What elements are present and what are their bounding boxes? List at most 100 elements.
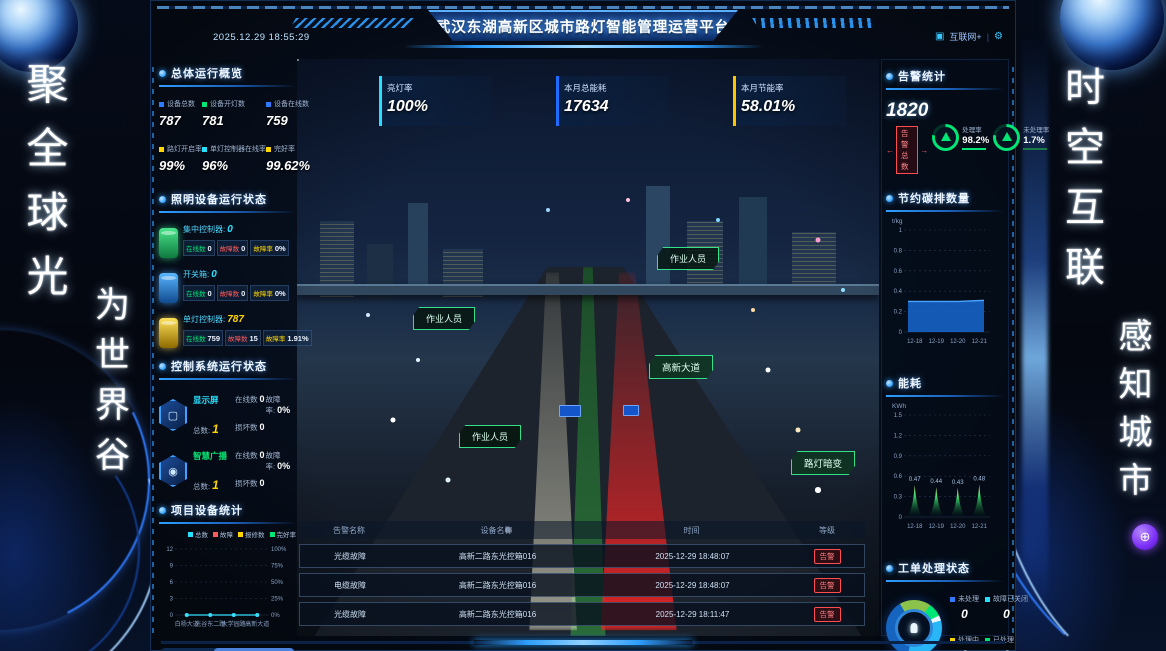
section-dot-icon [886, 195, 893, 202]
display-icon: ▢ [159, 399, 187, 431]
stat-value: 0 [950, 607, 979, 621]
cell-device-name: 高新二路东光控箱016 [400, 551, 595, 562]
legend-item[interactable]: 总数 [188, 529, 208, 539]
value-broken: 0 [260, 478, 265, 488]
broadcast-icon: ◉ [159, 455, 187, 487]
box-label: 故障数 [220, 288, 240, 298]
floating-action-button[interactable]: ⊕ [1132, 524, 1158, 550]
device-count: 0 [211, 269, 217, 280]
section-energy: 能耗 1.51.20.90.60.30KWh12-1812-1912-2012-… [886, 369, 1004, 550]
device-name: 集中控制器: [183, 225, 225, 234]
svg-text:1.5: 1.5 [894, 413, 903, 419]
kpi-value: 17634 [564, 98, 661, 116]
section-dot-icon [886, 73, 893, 80]
section-title: 总体运行概览 [171, 65, 243, 81]
kpi-label: 亮灯率 [387, 82, 484, 94]
map-tag-worker[interactable]: 作业人员 [459, 425, 521, 448]
stat-value: 99.62% [266, 158, 310, 173]
legend-bullet [270, 532, 275, 537]
value-total: 1 [212, 422, 219, 436]
map-tag-road[interactable]: 高新大道 [649, 355, 713, 379]
cell-time: 2025-12-29 18:48:07 [595, 581, 790, 590]
stat-bullet [985, 597, 990, 602]
lamp-controller-device-icon [159, 318, 178, 348]
device-name: 开关箱: [183, 270, 209, 279]
svg-text:3: 3 [170, 597, 174, 603]
box-label: 故障率 [253, 288, 273, 298]
device-item-lamp-controller: 单灯控制器:787 在线数759 故障数15 故障率1.91% [159, 314, 296, 348]
alarm-badge-label: 告警总数 [896, 126, 918, 174]
legend-label: 完好率 [277, 529, 297, 539]
section-dot-icon [159, 70, 166, 77]
tag-label: 高新大道 [662, 363, 700, 374]
cell-device-name: 高新二路东光控箱016 [400, 609, 595, 620]
alarm-type-carousel[interactable]: ← 告警总数 → [886, 126, 928, 174]
stat-bullet [202, 102, 207, 107]
box-label: 故障率 [266, 333, 286, 343]
city-map-view[interactable]: 亮灯率 100% 本月总能耗 17634 本月节能率 58.01% 作业人员 作… [297, 59, 879, 636]
map-tag-worker[interactable]: 作业人员 [413, 307, 475, 330]
bulb-icon [911, 623, 918, 633]
table-row[interactable]: 电缆故障 高新二路东光控箱016 2025-12-29 18:48:07 告警 [299, 573, 865, 597]
map-tag-lamp-dim[interactable]: 路灯暗变 [791, 451, 855, 475]
stat-value: 99% [159, 158, 202, 173]
arrow-left-icon[interactable]: ← [886, 146, 894, 155]
section-dot-icon [159, 196, 166, 203]
stat-cell: 单灯控制器在线率96% [202, 144, 266, 173]
stat-label: 路灯开启率 [167, 144, 202, 154]
device-stat-box: 故障率0% [250, 240, 288, 256]
svg-text:9: 9 [170, 564, 174, 570]
calligraphy-left-2: 为世界谷 [84, 286, 135, 486]
svg-text:50%: 50% [271, 580, 284, 586]
stat-cell: 设备在线数759 [266, 99, 310, 128]
cell-device-name: 高新二路东光控箱016 [400, 580, 595, 591]
stat-cell: 完好率99.62% [266, 144, 310, 173]
legend-item[interactable]: 故障 [213, 529, 233, 539]
svg-text:0.47: 0.47 [909, 477, 921, 483]
left-stats-panel: 总体运行概览 设备总数787 设备开灯数781 设备在线数759 路灯开启率99… [159, 59, 296, 636]
box-label: 在线数 [186, 333, 206, 343]
stat-value: 0 [985, 607, 1028, 621]
gauge-label: 处理率 [962, 124, 989, 134]
section-underline [159, 378, 296, 380]
header: 武汉东湖高新区城市路灯智能管理运营平台 2025.12.29 18:55:29 … [151, 1, 1015, 57]
gauge-processed: 处理率 98.2% [932, 124, 989, 151]
col-header-device-name: 设备名称 [399, 525, 594, 536]
svg-text:6: 6 [170, 580, 174, 586]
status-badge: 告警 [814, 607, 841, 622]
title-subline-decor [403, 45, 763, 48]
kpi-accent [379, 76, 382, 126]
svg-text:12: 12 [166, 547, 173, 553]
stat-value: 96% [202, 158, 266, 173]
col-header-alarm-name: 告警名称 [299, 525, 399, 536]
status-badge: 告警 [814, 578, 841, 593]
stat-label: 设备在线数 [274, 99, 309, 109]
arrow-right-icon[interactable]: → [920, 146, 928, 155]
svg-text:高新大道: 高新大道 [245, 620, 269, 628]
section-underline [159, 85, 296, 87]
control-name: 显示屏 [193, 394, 235, 416]
settings-gear-icon[interactable]: ⚙ [994, 31, 1003, 42]
map-tag-worker[interactable]: 作业人员 [657, 247, 719, 270]
monitor-icon[interactable]: ▣ [935, 31, 944, 42]
table-row[interactable]: 光缆故障 高新二路东光控箱016 2025-12-29 18:48:07 告警 [299, 544, 865, 568]
table-row[interactable]: 光缆故障 高新二路东光控箱016 2025-12-29 18:11:47 告警 [299, 602, 865, 626]
box-label: 在线数 [186, 288, 206, 298]
section-dot-icon [159, 363, 166, 370]
label-total: 总数: [193, 482, 210, 491]
legend-bullet [188, 532, 193, 537]
section-title: 能耗 [898, 375, 922, 391]
svg-text:12-18: 12-18 [907, 339, 923, 345]
stat-cell: 设备开灯数781 [202, 99, 266, 128]
gauge-unprocessed: 未处理率 1.7% [993, 124, 1049, 151]
gauge-needle-icon [941, 132, 951, 141]
legend-item[interactable]: 报修数 [238, 529, 265, 539]
svg-text:0: 0 [899, 515, 903, 521]
kpi-value: 100% [387, 98, 484, 116]
section-underline [886, 580, 1004, 582]
svg-text:1.2: 1.2 [894, 433, 903, 439]
nav-portal-link[interactable]: 互联网+ [949, 30, 981, 43]
legend-bullet [238, 532, 243, 537]
legend-item[interactable]: 完好率 [270, 529, 297, 539]
section-underline [159, 211, 296, 213]
